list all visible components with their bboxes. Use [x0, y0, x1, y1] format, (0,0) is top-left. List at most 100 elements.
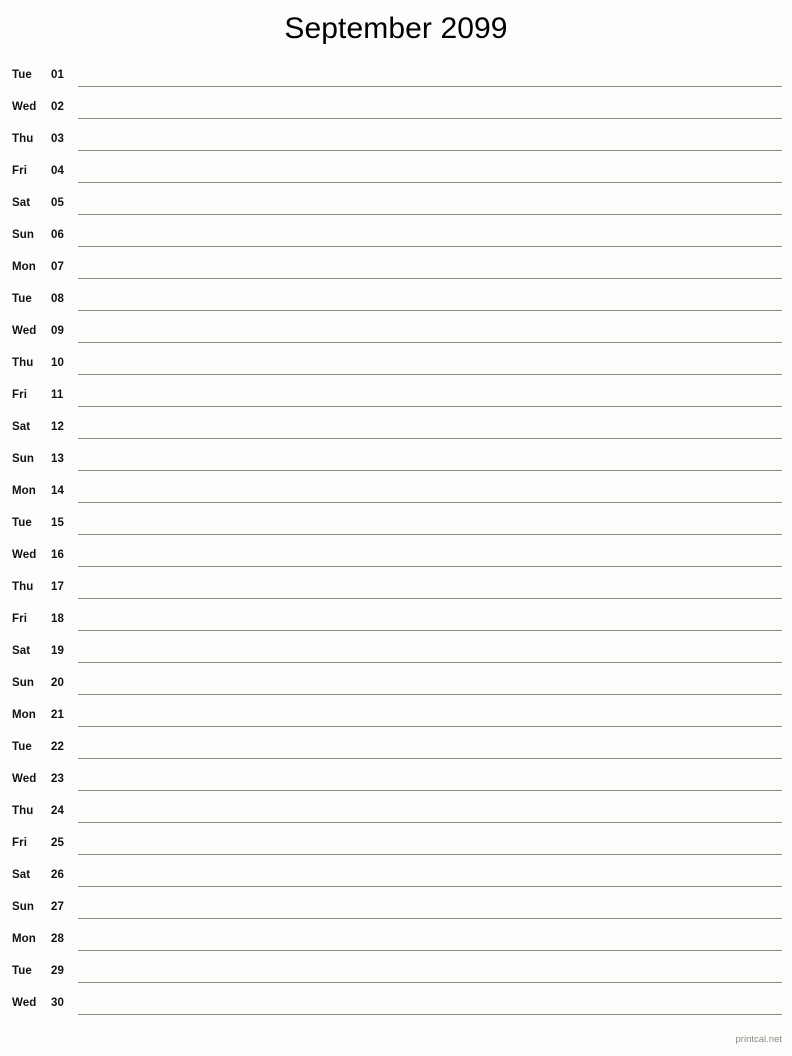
day-row[interactable]: Mon 14: [0, 478, 792, 510]
day-row[interactable]: Thu 17: [0, 574, 792, 606]
day-row[interactable]: Wed 09: [0, 318, 792, 350]
day-writing-line[interactable]: [78, 918, 782, 919]
day-row[interactable]: Fri 11: [0, 382, 792, 414]
day-number-label: 21: [51, 709, 64, 721]
day-row[interactable]: Wed 23: [0, 766, 792, 798]
day-row[interactable]: Mon 07: [0, 254, 792, 286]
day-weekday-label: Mon: [12, 709, 36, 721]
day-number-label: 11: [51, 389, 64, 401]
day-row[interactable]: Sat 19: [0, 638, 792, 670]
day-writing-line[interactable]: [78, 118, 782, 119]
day-number-label: 17: [51, 581, 64, 593]
day-weekday-label: Sun: [12, 677, 35, 689]
day-row[interactable]: Tue 15: [0, 510, 792, 542]
day-weekday-label: Mon: [12, 933, 36, 945]
day-writing-line[interactable]: [78, 310, 782, 311]
day-weekday-label: Mon: [12, 485, 36, 497]
day-writing-line[interactable]: [78, 630, 782, 631]
day-row[interactable]: Sun 27: [0, 894, 792, 926]
day-writing-line[interactable]: [78, 950, 782, 951]
day-writing-line[interactable]: [78, 822, 782, 823]
day-writing-line[interactable]: [78, 438, 782, 439]
day-weekday-label: Thu: [12, 805, 34, 817]
day-weekday-label: Sat: [12, 645, 31, 657]
day-row[interactable]: Mon 28: [0, 926, 792, 958]
day-number-label: 20: [51, 677, 64, 689]
day-row[interactable]: Fri 25: [0, 830, 792, 862]
day-weekday-label: Wed: [12, 101, 37, 113]
day-row[interactable]: Wed 02: [0, 94, 792, 126]
day-writing-line[interactable]: [78, 886, 782, 887]
day-row[interactable]: Sun 13: [0, 446, 792, 478]
day-weekday-label: Thu: [12, 357, 34, 369]
day-writing-line[interactable]: [78, 374, 782, 375]
day-weekday-label: Fri: [12, 165, 27, 177]
day-row[interactable]: Thu 10: [0, 350, 792, 382]
day-writing-line[interactable]: [78, 662, 782, 663]
day-weekday-label: Tue: [12, 69, 32, 81]
day-writing-line[interactable]: [78, 182, 782, 183]
day-number-label: 12: [51, 421, 64, 433]
day-weekday-label: Thu: [12, 581, 34, 593]
day-row[interactable]: Tue 08: [0, 286, 792, 318]
day-row[interactable]: Tue 22: [0, 734, 792, 766]
day-row[interactable]: Thu 24: [0, 798, 792, 830]
day-writing-line[interactable]: [78, 470, 782, 471]
day-row[interactable]: Sat 26: [0, 862, 792, 894]
day-number-label: 23: [51, 773, 64, 785]
day-row[interactable]: Sat 12: [0, 414, 792, 446]
day-number-label: 03: [51, 133, 64, 145]
day-row[interactable]: Wed 30: [0, 990, 792, 1022]
day-row[interactable]: Mon 21: [0, 702, 792, 734]
day-writing-line[interactable]: [78, 342, 782, 343]
day-writing-line[interactable]: [78, 854, 782, 855]
day-row[interactable]: Sun 06: [0, 222, 792, 254]
day-writing-line[interactable]: [78, 758, 782, 759]
day-writing-line[interactable]: [78, 86, 782, 87]
day-row[interactable]: Fri 04: [0, 158, 792, 190]
day-weekday-label: Tue: [12, 517, 32, 529]
day-writing-line[interactable]: [78, 406, 782, 407]
day-row-list: Tue 01 Wed 02 Thu 03 Fri 04 Sat 05 Sun 06 Mon 07 Tue 08…: [0, 62, 792, 1022]
day-writing-line[interactable]: [78, 1014, 782, 1015]
day-writing-line[interactable]: [78, 214, 782, 215]
day-weekday-label: Sun: [12, 453, 35, 465]
day-writing-line[interactable]: [78, 246, 782, 247]
day-row[interactable]: Tue 01: [0, 62, 792, 94]
day-number-label: 30: [51, 997, 64, 1009]
day-writing-line[interactable]: [78, 150, 782, 151]
day-weekday-label: Sun: [12, 901, 35, 913]
day-writing-line[interactable]: [78, 502, 782, 503]
day-writing-line[interactable]: [78, 566, 782, 567]
day-weekday-label: Fri: [12, 389, 27, 401]
day-weekday-label: Sat: [12, 421, 31, 433]
day-writing-line[interactable]: [78, 534, 782, 535]
page-title: September 2099: [284, 12, 508, 45]
day-number-label: 18: [51, 613, 64, 625]
day-row[interactable]: Sun 20: [0, 670, 792, 702]
day-number-label: 09: [51, 325, 64, 337]
day-number-label: 13: [51, 453, 64, 465]
day-weekday-label: Wed: [12, 325, 37, 337]
day-writing-line[interactable]: [78, 694, 782, 695]
day-weekday-label: Thu: [12, 133, 34, 145]
day-writing-line[interactable]: [78, 598, 782, 599]
day-weekday-label: Tue: [12, 741, 32, 753]
day-writing-line[interactable]: [78, 790, 782, 791]
day-weekday-label: Mon: [12, 261, 36, 273]
day-number-label: 06: [51, 229, 64, 241]
day-row[interactable]: Tue 29: [0, 958, 792, 990]
day-weekday-label: Sun: [12, 229, 35, 241]
day-number-label: 26: [51, 869, 64, 881]
day-writing-line[interactable]: [78, 982, 782, 983]
day-number-label: 25: [51, 837, 64, 849]
day-number-label: 04: [51, 165, 64, 177]
day-number-label: 29: [51, 965, 64, 977]
day-row[interactable]: Wed 16: [0, 542, 792, 574]
day-writing-line[interactable]: [78, 278, 782, 279]
day-row[interactable]: Sat 05: [0, 190, 792, 222]
day-number-label: 07: [51, 261, 64, 273]
day-writing-line[interactable]: [78, 726, 782, 727]
day-row[interactable]: Thu 03: [0, 126, 792, 158]
day-row[interactable]: Fri 18: [0, 606, 792, 638]
